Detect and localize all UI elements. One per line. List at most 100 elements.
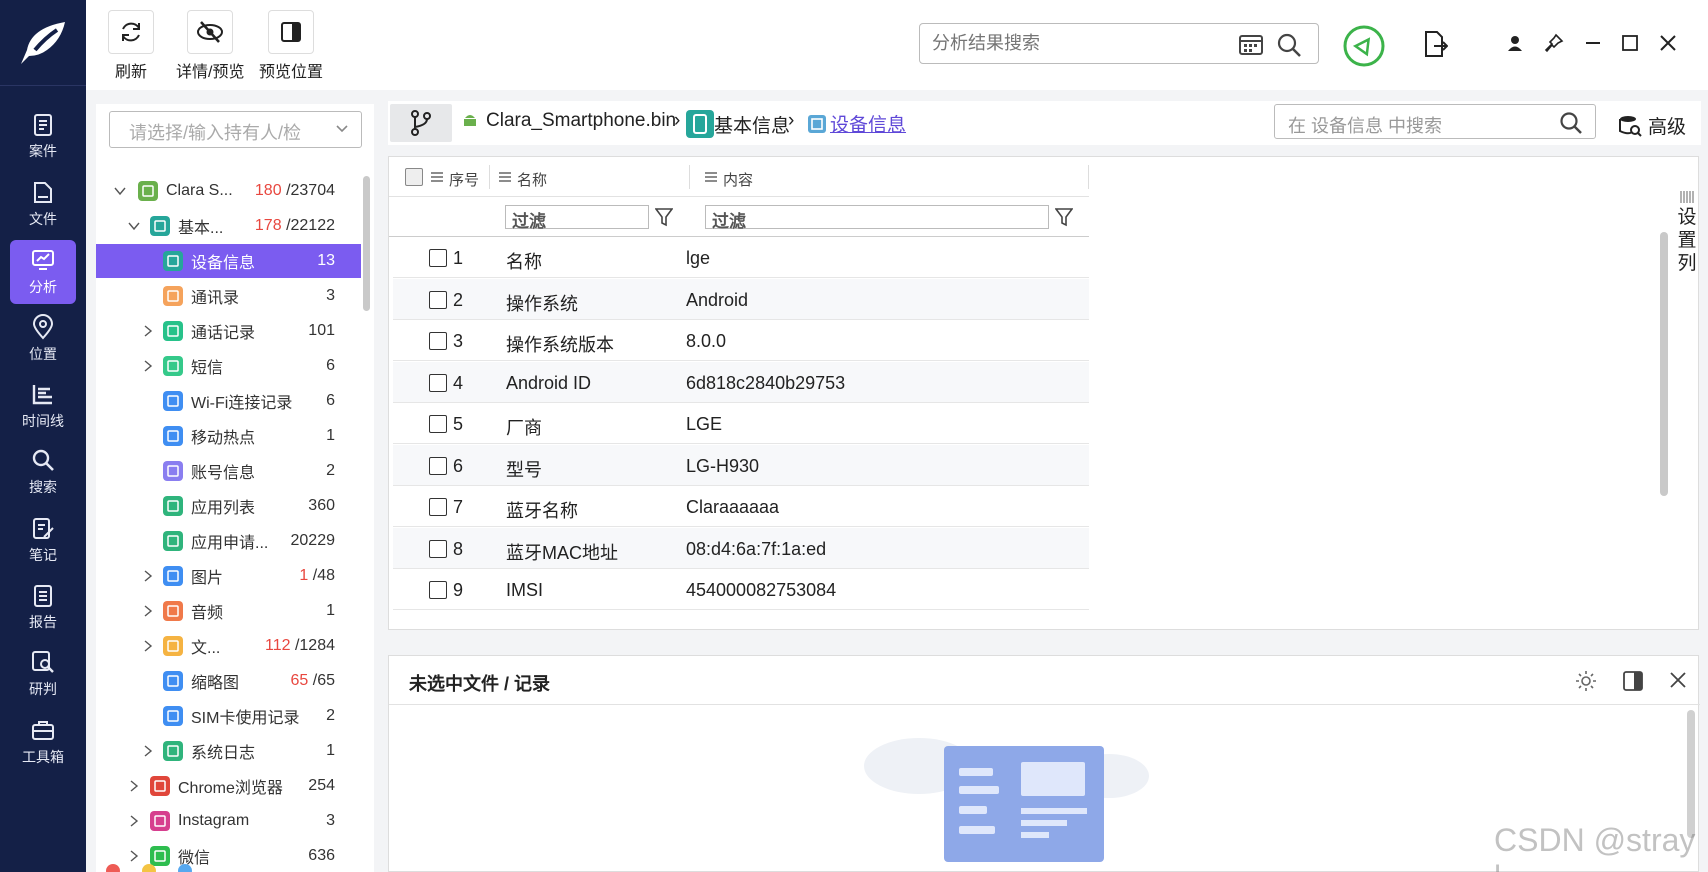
chevron-right-icon[interactable] — [142, 745, 154, 757]
row-checkbox[interactable] — [429, 373, 447, 392]
tree-item-label: 通讯录 — [191, 290, 240, 307]
nav-item-8[interactable]: 研判 — [10, 642, 76, 706]
chevron-right-icon[interactable] — [128, 815, 140, 827]
preview-position-button[interactable]: 预览位置 — [259, 10, 323, 82]
row-checkbox[interactable] — [429, 332, 447, 350]
global-search-input[interactable] — [932, 33, 1232, 54]
tree-item[interactable]: Chrome浏览器 254 — [96, 769, 361, 803]
nav-item-0[interactable]: 案件 — [10, 104, 76, 168]
row-checkbox[interactable] — [429, 456, 447, 475]
chevron-right-icon[interactable] — [142, 640, 154, 652]
chevron-down-icon[interactable] — [128, 220, 140, 232]
nav-item-6[interactable]: 笔记 — [10, 508, 76, 572]
chevron-right-icon[interactable] — [142, 360, 154, 372]
empty-state-illustration — [864, 738, 1149, 862]
table-row[interactable]: 4 Android ID 6d818c2840b29753 — [393, 361, 1089, 403]
tree-item[interactable]: 系统日志 1 — [96, 734, 361, 768]
nav-item-7[interactable]: 报告 — [10, 575, 76, 639]
refresh-button[interactable]: 刷新 — [108, 10, 154, 82]
pin-icon[interactable] — [1544, 33, 1564, 53]
breadcrumb-current[interactable]: 设备信息 — [808, 110, 906, 137]
table-row[interactable]: 5 厂商 LGE — [393, 403, 1089, 444]
row-checkbox[interactable] — [429, 498, 447, 516]
tree-item[interactable]: 短信 6 — [96, 349, 361, 383]
chevron-right-icon[interactable] — [142, 605, 154, 617]
close-icon[interactable] — [1659, 34, 1677, 52]
tree-item[interactable]: Instagram 3 — [96, 804, 361, 838]
nav-item-2[interactable]: 分析 — [10, 240, 76, 304]
row-checkbox[interactable] — [429, 415, 447, 433]
table-row[interactable]: 6 型号 LG-H930 — [393, 444, 1089, 486]
tree-item[interactable]: 设备信息 13 — [96, 244, 361, 278]
search-icon[interactable] — [1559, 111, 1583, 135]
row-checkbox[interactable] — [429, 581, 447, 599]
search-icon[interactable] — [1276, 32, 1302, 58]
tree-item[interactable]: Wi-Fi连接记录 6 — [96, 384, 361, 418]
tree-item[interactable]: 应用申请... 20229 — [96, 524, 361, 558]
tree-scrollbar[interactable] — [363, 176, 370, 311]
tree-item[interactable]: 文... 112 /1284 — [96, 629, 361, 663]
tree-item[interactable]: 移动热点 1 — [96, 419, 361, 453]
table-row[interactable]: 2 操作系统 Android — [393, 278, 1089, 320]
row-checkbox[interactable] — [429, 249, 447, 267]
chevron-right-icon[interactable] — [142, 325, 154, 337]
chevron-down-icon[interactable] — [114, 185, 126, 197]
maximize-icon[interactable] — [1621, 34, 1639, 52]
tree-item[interactable]: 通讯录 3 — [96, 279, 361, 313]
branch-button[interactable] — [390, 104, 452, 142]
tree-item[interactable]: 应用列表 360 — [96, 489, 361, 523]
tree-item[interactable]: 账号信息 2 — [96, 454, 361, 488]
breadcrumb-file[interactable]: Clara_Smartphone.bin — [460, 110, 676, 132]
column-settings-button[interactable]: 设置列 — [1677, 206, 1697, 275]
tree-item[interactable]: 缩略图 65 /65 — [96, 664, 361, 698]
owner-select[interactable]: 请选择/输入持有人/检 — [109, 111, 362, 148]
row-checkbox[interactable] — [429, 539, 447, 558]
detail-scrollbar[interactable] — [1687, 710, 1695, 838]
minimize-icon[interactable] — [1584, 36, 1602, 50]
tree-item[interactable]: 通话记录 101 — [96, 314, 361, 348]
hotspot-icon — [163, 426, 183, 446]
chevron-right-icon[interactable] — [128, 780, 140, 792]
nav-item-4[interactable]: 时间线 — [10, 374, 76, 438]
nav-item-1[interactable]: 文件 — [10, 172, 76, 236]
nav-item-5[interactable]: 搜索 — [10, 440, 76, 504]
table-row[interactable]: 8 蓝牙MAC地址 08:d4:6a:7f:1a:ed — [393, 527, 1089, 569]
chevron-right-icon[interactable] — [128, 850, 140, 862]
table-scrollbar[interactable] — [1660, 232, 1668, 496]
export-icon[interactable] — [1422, 30, 1448, 58]
panel-right-icon[interactable] — [1622, 670, 1644, 692]
breadcrumb-category[interactable]: 基本信息 — [686, 110, 790, 138]
tree-item-count-total: 1 — [326, 427, 335, 444]
table-row[interactable]: 9 IMSI 454000082753084 — [393, 569, 1089, 610]
status-shield-icon[interactable] — [1342, 24, 1386, 68]
detail-preview-button[interactable]: 详情/预览 — [176, 10, 244, 82]
refresh-label: 刷新 — [114, 64, 147, 81]
nav-item-9[interactable]: 工具箱 — [10, 710, 76, 774]
calendar-icon[interactable] — [1238, 32, 1264, 56]
tree-item-count-total: /65 — [312, 672, 335, 689]
chevron-right-icon[interactable] — [142, 570, 154, 582]
advanced-search-button[interactable]: 高级 — [1618, 112, 1686, 139]
close-icon[interactable] — [1668, 670, 1688, 690]
tree-item[interactable]: 微信 636 — [96, 839, 361, 872]
user-icon[interactable] — [1506, 34, 1524, 52]
detail-search-input[interactable]: 在 设备信息 中搜索 — [1274, 104, 1596, 139]
tree-item[interactable]: 基本... 178 /22122 — [96, 209, 361, 243]
app-list-icon — [163, 531, 183, 551]
nav-item-3[interactable]: 位置 — [10, 307, 76, 371]
tree-item[interactable]: 音频 1 — [96, 594, 361, 628]
nav-item-label: 时间线 — [22, 413, 64, 429]
gear-icon[interactable] — [1575, 670, 1597, 692]
table-row[interactable]: 3 操作系统版本 8.0.0 — [393, 320, 1089, 361]
tree-item-count: 2 — [326, 707, 335, 725]
row-checkbox[interactable] — [429, 290, 447, 309]
row-number: 2 — [453, 289, 464, 310]
table-row[interactable]: 7 蓝牙名称 Claraaaaaa — [393, 486, 1089, 527]
tree-item[interactable]: 图片 1 /48 — [96, 559, 361, 593]
table-row[interactable]: 1 名称 lge — [393, 237, 1089, 278]
global-search-box[interactable] — [919, 23, 1319, 64]
tree-item[interactable]: SIM卡使用记录 2 — [96, 699, 361, 733]
tree-item-count: 3 — [326, 287, 335, 305]
tree-item[interactable]: Clara S... 180 /23704 — [96, 174, 361, 208]
row-name: 操作系统 — [506, 293, 578, 314]
